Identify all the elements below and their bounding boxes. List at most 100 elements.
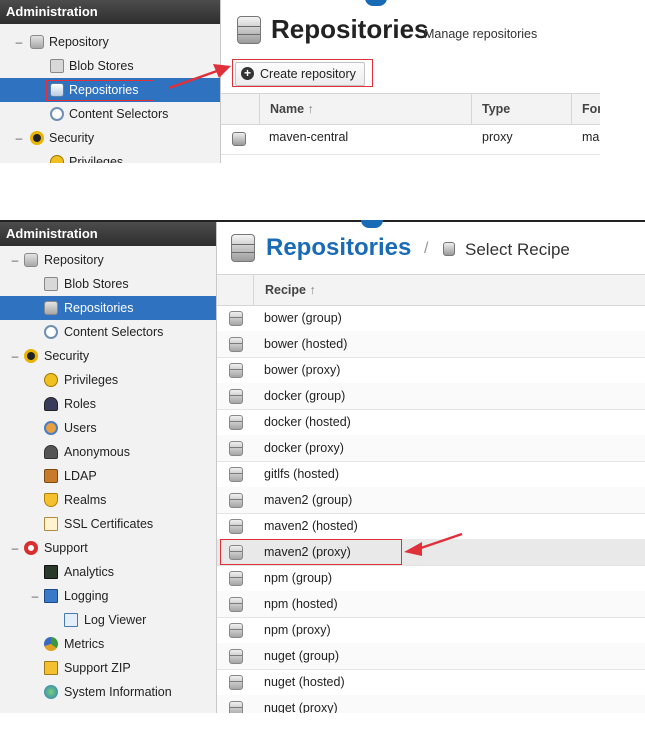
table-row[interactable]: maven2 (group) (217, 487, 645, 514)
page-title: Repositories (271, 14, 429, 44)
sidebar-item-metrics[interactable]: Metrics (0, 632, 216, 656)
column-name[interactable]: Name ↑ (259, 94, 471, 124)
sidebar-header: Administration (0, 0, 220, 24)
sidebar-item-log-viewer[interactable]: Log Viewer (0, 608, 216, 632)
breadcrumb-title[interactable]: Repositories (266, 234, 411, 262)
sidebar-item-label: Privileges (64, 373, 119, 387)
recipe-database-icon (229, 337, 243, 352)
table-row[interactable]: npm (group) (217, 565, 645, 592)
table-row[interactable]: bower (group) (217, 305, 645, 332)
sidebar-item-anonymous[interactable]: Anonymous (0, 440, 216, 464)
sidebar-item-realms[interactable]: Realms (0, 488, 216, 512)
sidebar-item-ssl-certificates[interactable]: SSL Certificates (0, 512, 216, 536)
table-row[interactable]: bower (proxy) (217, 357, 645, 384)
recipe-name: maven2 (hosted) (264, 519, 358, 533)
sidebar-item-logging[interactable]: – Logging (0, 584, 216, 608)
table-row[interactable]: bower (hosted) (217, 331, 645, 358)
sidebar-item-blob-stores[interactable]: Blob Stores (0, 272, 216, 296)
sidebar-item-label: System Information (64, 685, 172, 699)
collapse-toggle[interactable]: – (14, 30, 24, 54)
sidebar-item-analytics[interactable]: Analytics (0, 560, 216, 584)
recipe-grid-header: Recipe ↑ (217, 274, 645, 306)
repositories-grid-header: Name ↑ Type For (221, 93, 600, 125)
book-icon (44, 589, 58, 603)
sidebar-item-security[interactable]: – Security (0, 126, 220, 150)
medal-icon (50, 155, 64, 163)
table-row[interactable]: npm (hosted) (217, 591, 645, 618)
sidebar-item-label: Anonymous (64, 445, 131, 459)
table-row[interactable]: nuget (hosted) (217, 669, 645, 696)
recipe-database-icon (229, 415, 243, 430)
sidebar-item-roles[interactable]: Roles (0, 392, 216, 416)
proxy-repository-icon (232, 132, 246, 146)
sidebar-item-label: Support ZIP (64, 661, 131, 675)
recipe-database-icon (229, 311, 243, 326)
lifebuoy-icon (24, 541, 38, 555)
sidebar-item-repository[interactable]: – Repository (0, 248, 216, 272)
column-type[interactable]: Type (471, 94, 571, 124)
column-format[interactable]: For (571, 94, 600, 124)
sidebar-item-ldap[interactable]: LDAP (0, 464, 216, 488)
sidebar-item-support[interactable]: – Support (0, 536, 216, 560)
highlight-box (232, 59, 373, 87)
chart-monitor-icon (44, 565, 58, 579)
recipe-name: nuget (group) (264, 649, 340, 663)
collapse-toggle[interactable]: – (14, 126, 24, 150)
sidebar-item-label: Blob Stores (64, 277, 129, 291)
table-row[interactable]: docker (proxy) (217, 435, 645, 462)
recipe-name: bower (group) (264, 311, 342, 325)
recipe-database-icon (229, 363, 243, 378)
table-row[interactable]: npm (proxy) (217, 617, 645, 644)
sidebar-item-security[interactable]: – Security (0, 344, 216, 368)
anonymous-user-icon (44, 445, 58, 459)
page-subtitle: Manage repositories (424, 27, 538, 41)
recipe-database-icon (229, 623, 243, 638)
recipe-database-icon (229, 571, 243, 586)
highlight-box (220, 539, 402, 565)
breadcrumb-current: Select Recipe (465, 240, 570, 259)
certificate-icon (44, 517, 58, 531)
sidebar-item-label: Users (64, 421, 97, 435)
sidebar-item-system-information[interactable]: System Information (0, 680, 216, 704)
sidebar-item-label: Content Selectors (64, 325, 164, 339)
table-row[interactable]: docker (hosted) (217, 409, 645, 436)
recipe-database-icon (229, 389, 243, 404)
sidebar-item-users[interactable]: Users (0, 416, 216, 440)
table-row[interactable]: maven-central proxy ma (221, 124, 600, 155)
pie-chart-icon (44, 637, 58, 651)
user-badge-icon (44, 397, 58, 411)
table-row[interactable]: gitlfs (hosted) (217, 461, 645, 488)
recipe-name: nuget (hosted) (264, 675, 345, 689)
sidebar-item-label: Metrics (64, 637, 105, 651)
repositories-title-icon (237, 16, 261, 44)
collapse-toggle[interactable]: – (10, 248, 20, 272)
sidebar-item-repository[interactable]: – Repository (0, 30, 220, 54)
logo-fragment (361, 220, 383, 228)
table-row[interactable]: nuget (group) (217, 643, 645, 670)
recipe-database-icon (229, 649, 243, 664)
sidebar-item-privileges[interactable]: Privileges (0, 368, 216, 392)
logo-fragment (365, 0, 387, 6)
table-row[interactable]: docker (group) (217, 383, 645, 410)
sidebar-item-label: Repository (49, 35, 109, 49)
bottom-screenshot-panel: Administration – Repository Blob Stores Rep… (0, 220, 645, 713)
sidebar-item-content-selectors[interactable]: Content Selectors (0, 320, 216, 344)
recipe-database-icon (229, 519, 243, 534)
sidebar-item-label: Blob Stores (69, 59, 134, 73)
sidebar-item-support-zip[interactable]: Support ZIP (0, 656, 216, 680)
log-file-icon (64, 613, 78, 627)
recipe-database-icon (229, 441, 243, 456)
column-recipe[interactable]: Recipe ↑ (253, 275, 645, 305)
collapse-toggle[interactable]: – (10, 344, 20, 368)
shield-icon (44, 493, 58, 507)
collapse-toggle[interactable]: – (30, 584, 40, 608)
table-row[interactable]: nuget (proxy) (217, 695, 645, 713)
sidebar-item-repositories[interactable]: Repositories (0, 296, 216, 320)
sidebar-item-content-selectors[interactable]: Content Selectors (0, 102, 220, 126)
sidebar-item-label: Repository (44, 253, 104, 267)
users-icon (44, 421, 58, 435)
recipe-name: npm (group) (264, 571, 333, 585)
collapse-toggle[interactable]: – (10, 536, 20, 560)
recipe-database-icon (229, 701, 243, 713)
sidebar-item-privileges[interactable]: Privileges (0, 150, 220, 163)
